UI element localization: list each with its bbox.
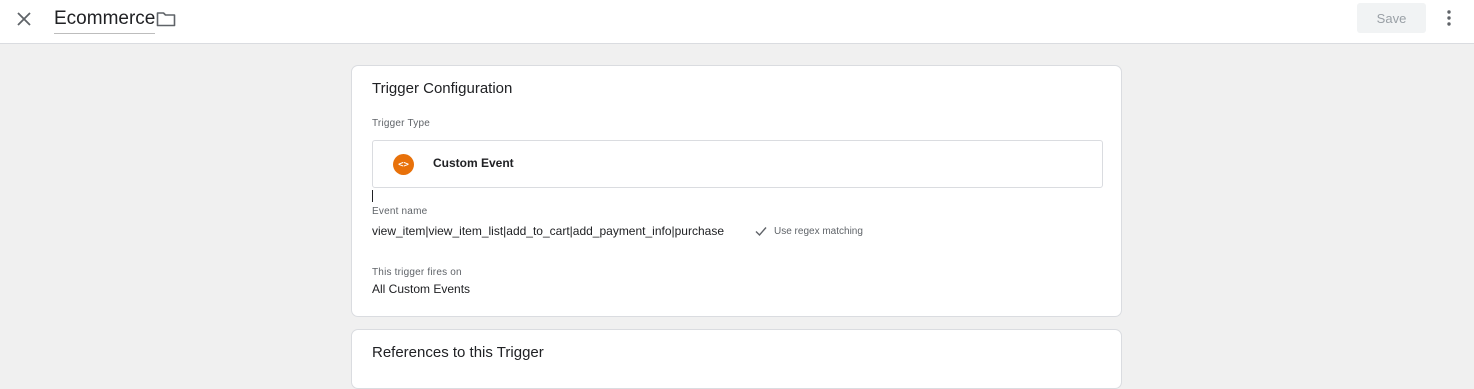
save-button[interactable]: Save (1357, 3, 1426, 33)
custom-event-code-icon: <> (393, 154, 414, 175)
folder-icon (156, 12, 176, 27)
trigger-type-selector[interactable]: <> Custom Event (372, 140, 1103, 188)
check-icon (755, 227, 767, 237)
page-title[interactable]: Ecommerce (54, 7, 156, 34)
event-name-label: Event name (372, 206, 428, 217)
folder-button[interactable] (155, 8, 177, 30)
more-vert-icon (1447, 10, 1451, 26)
references-title: References to this Trigger (372, 344, 544, 361)
trigger-configuration-card[interactable]: Trigger Configuration Trigger Type <> Cu… (351, 65, 1122, 317)
trigger-type-label: Trigger Type (372, 118, 430, 129)
references-card: References to this Trigger (351, 329, 1122, 389)
top-app-bar: Ecommerce Save (0, 0, 1474, 44)
more-options-button[interactable] (1440, 7, 1458, 29)
regex-matching-label: Use regex matching (774, 225, 863, 237)
event-name-value[interactable]: view_item|view_item_list|add_to_cart|add… (372, 224, 724, 238)
trigger-type-value: Custom Event (433, 156, 514, 170)
regex-matching-option[interactable]: Use regex matching (754, 224, 863, 238)
fires-on-value[interactable]: All Custom Events (372, 282, 470, 296)
card-title: Trigger Configuration (372, 80, 513, 97)
text-cursor (372, 190, 373, 202)
close-button[interactable] (12, 7, 36, 31)
close-icon (17, 12, 31, 26)
fires-on-label: This trigger fires on (372, 267, 462, 278)
